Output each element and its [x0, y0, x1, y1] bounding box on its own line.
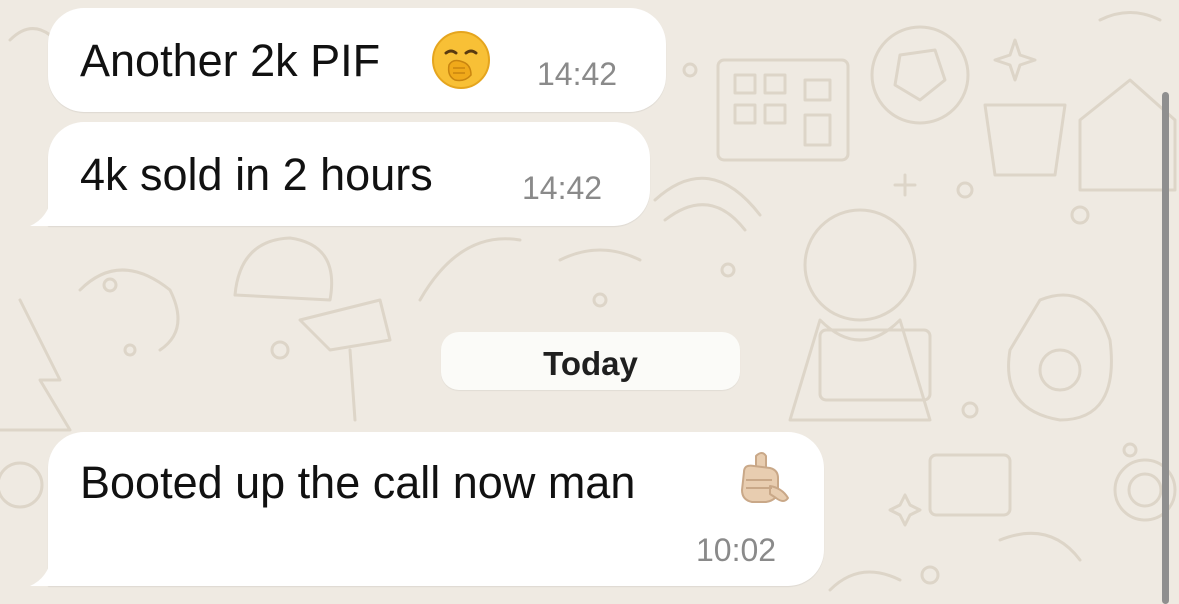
chat-messages-area[interactable]: Another 2k PIF 14:42 4k sold in 2 hours … — [0, 0, 1179, 604]
message-bubble[interactable]: 4k sold in 2 hours 14:42 — [30, 122, 650, 226]
call-me-hand-emoji-icon — [741, 452, 789, 503]
message-text: Another 2k PIF — [80, 35, 381, 86]
bubble-tail — [30, 556, 70, 586]
date-separator-label: Today — [543, 345, 638, 382]
message-text: Booted up the call now man — [80, 457, 636, 508]
yawning-face-emoji-icon — [432, 31, 490, 89]
message-timestamp: 10:02 — [696, 532, 777, 568]
message-timestamp: 14:42 — [537, 56, 618, 92]
message-bubble[interactable]: Booted up the call now man 10:02 — [30, 432, 824, 586]
bubble-tail — [30, 196, 70, 226]
message-text: 4k sold in 2 hours — [80, 149, 433, 200]
message-timestamp: 14:42 — [522, 170, 603, 206]
date-separator: Today — [441, 332, 740, 390]
message-bubble[interactable]: Another 2k PIF 14:42 — [48, 8, 666, 112]
chat-scrollbar[interactable] — [1162, 92, 1169, 604]
